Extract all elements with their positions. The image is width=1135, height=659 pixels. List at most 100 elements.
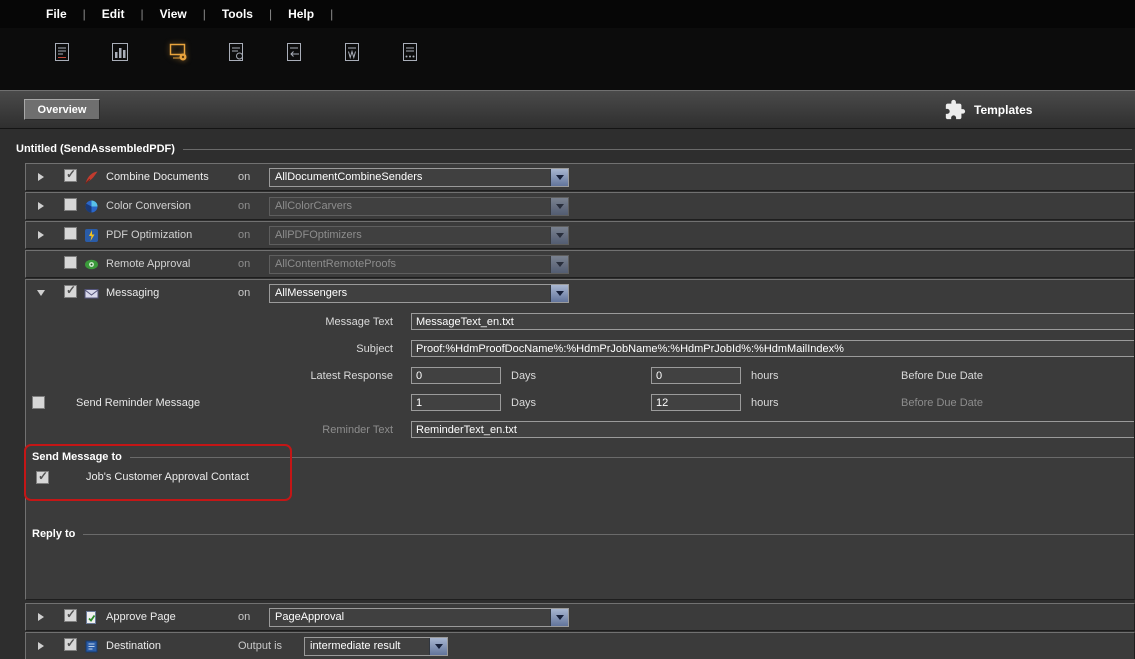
pdf-optimization-expand-icon[interactable]	[38, 231, 44, 239]
step-row-combine-documents: Combine Documents on AllDocumentCombineS…	[25, 163, 1135, 191]
messaging-dropdown[interactable]: AllMessengers	[269, 284, 569, 303]
menu-file[interactable]: File	[46, 7, 94, 21]
toolbar	[0, 28, 1135, 98]
step-row-messaging: Messaging on AllMessengers Message Text …	[25, 279, 1135, 600]
approve-page-expand-icon[interactable]	[38, 613, 44, 621]
main-panel: Overview Templates Untitled (SendAssembl…	[0, 90, 1135, 659]
dropdown-arrow-button[interactable]	[429, 638, 447, 655]
color-conversion-icon	[84, 199, 99, 214]
menu-file-label: File	[46, 7, 67, 21]
reminder-before-due-date-label: Before Due Date	[901, 397, 983, 409]
dropdown-arrow-button[interactable]	[550, 198, 568, 215]
divider	[183, 149, 1132, 150]
workflow-title-row: Untitled (SendAssembledPDF)	[16, 143, 1132, 155]
toolbar-button-1[interactable]	[46, 36, 78, 68]
workflow-title: Untitled (SendAssembledPDF)	[16, 143, 175, 155]
dropdown-arrow-button[interactable]	[550, 227, 568, 244]
step-label: Remote Approval	[106, 258, 226, 270]
step-label: Color Conversion	[106, 200, 226, 212]
step-row-destination: Destination Output is intermediate resul…	[25, 632, 1135, 659]
document-w-icon	[340, 40, 364, 64]
subject-label: Subject	[26, 343, 411, 355]
chevron-down-icon	[435, 644, 443, 649]
reminder-hours-label: hours	[751, 397, 891, 409]
dropdown-arrow-button[interactable]	[550, 609, 568, 626]
combine-documents-checkbox[interactable]	[64, 169, 77, 182]
dropdown-value: AllColorCarvers	[270, 198, 550, 215]
job-customer-approval-contact-label: Job's Customer Approval Contact	[86, 471, 249, 483]
menu-edit-label: Edit	[102, 7, 125, 21]
reply-to-group: Reply to	[26, 526, 1134, 593]
send-reminder-label: Send Reminder Message	[76, 397, 200, 409]
toolbar-button-3-active[interactable]	[162, 36, 194, 68]
step-row-color-conversion: Color Conversion on AllColorCarvers	[25, 192, 1135, 220]
before-due-date-label: Before Due Date	[901, 370, 983, 382]
menu-view[interactable]: View	[160, 7, 214, 21]
toolbar-button-2[interactable]	[104, 36, 136, 68]
color-conversion-checkbox[interactable]	[64, 198, 77, 211]
approve-page-dropdown[interactable]: PageApproval	[269, 608, 569, 627]
menu-tools[interactable]: Tools	[222, 7, 280, 21]
pdf-optimization-dropdown[interactable]: AllPDFOptimizers	[269, 226, 569, 245]
step-label: Messaging	[106, 287, 226, 299]
dropdown-value: AllContentRemoteProofs	[270, 256, 550, 273]
divider	[130, 457, 1134, 458]
menu-edit[interactable]: Edit	[102, 7, 152, 21]
tab-overview[interactable]: Overview	[24, 99, 100, 120]
step-connector-label: on	[226, 171, 269, 183]
color-conversion-expand-icon[interactable]	[38, 202, 44, 210]
latest-response-row: Latest Response Days hours Before Due Da…	[26, 362, 1134, 389]
workflow-steps: Combine Documents on AllDocumentCombineS…	[25, 163, 1135, 659]
latest-response-label: Latest Response	[26, 370, 411, 382]
reminder-text-input[interactable]	[411, 421, 1134, 438]
divider	[83, 534, 1134, 535]
message-text-input[interactable]	[411, 313, 1134, 330]
toolbar-button-5[interactable]	[278, 36, 310, 68]
messaging-collapse-icon[interactable]	[37, 290, 45, 296]
step-row-pdf-optimization: PDF Optimization on AllPDFOptimizers	[25, 221, 1135, 249]
reminder-days-input[interactable]	[411, 394, 501, 411]
destination-checkbox[interactable]	[64, 638, 77, 651]
send-reminder-checkbox[interactable]	[32, 396, 45, 409]
toolbar-button-4[interactable]	[220, 36, 252, 68]
remote-approval-dropdown[interactable]: AllContentRemoteProofs	[269, 255, 569, 274]
toolbar-button-6[interactable]	[336, 36, 368, 68]
color-conversion-dropdown[interactable]: AllColorCarvers	[269, 197, 569, 216]
reminder-row: Send Reminder Message Days hours Before …	[26, 389, 1134, 416]
remote-approval-checkbox[interactable]	[64, 256, 77, 269]
dropdown-value: AllMessengers	[270, 285, 550, 302]
document-dots-icon	[398, 40, 422, 64]
spellcheck-document-icon	[50, 40, 74, 64]
step-connector-label: on	[226, 258, 269, 270]
dropdown-arrow-button[interactable]	[550, 256, 568, 273]
messaging-icon	[84, 286, 99, 301]
remote-approval-icon	[84, 257, 99, 272]
menu-help[interactable]: Help	[288, 7, 341, 21]
combine-documents-dropdown[interactable]: AllDocumentCombineSenders	[269, 168, 569, 187]
menu-view-label: View	[160, 7, 187, 21]
dropdown-value: AllPDFOptimizers	[270, 227, 550, 244]
combine-documents-expand-icon[interactable]	[38, 173, 44, 181]
message-text-row: Message Text	[26, 308, 1134, 335]
text-import-icon	[282, 40, 306, 64]
approve-page-checkbox[interactable]	[64, 609, 77, 622]
job-customer-approval-contact-checkbox[interactable]	[36, 471, 49, 484]
latest-response-hours-input[interactable]	[651, 367, 741, 384]
puzzle-icon	[944, 99, 966, 121]
destination-output-dropdown[interactable]: intermediate result	[304, 637, 448, 656]
messaging-checkbox[interactable]	[64, 285, 77, 298]
dropdown-arrow-button[interactable]	[550, 285, 568, 302]
destination-expand-icon[interactable]	[38, 642, 44, 650]
menu-tools-label: Tools	[222, 7, 253, 21]
latest-response-days-input[interactable]	[411, 367, 501, 384]
step-row-approve-page: Approve Page on PageApproval	[25, 603, 1135, 631]
toolbar-button-7[interactable]	[394, 36, 426, 68]
pdf-optimization-checkbox[interactable]	[64, 227, 77, 240]
subject-input[interactable]	[411, 340, 1134, 357]
reminder-hours-input[interactable]	[651, 394, 741, 411]
dropdown-arrow-button[interactable]	[550, 169, 568, 186]
reminder-text-row: Reminder Text	[26, 416, 1134, 443]
tab-bar: Overview Templates	[0, 91, 1135, 129]
templates-button[interactable]: Templates	[944, 97, 1032, 123]
reply-to-empty-area	[26, 541, 1134, 593]
